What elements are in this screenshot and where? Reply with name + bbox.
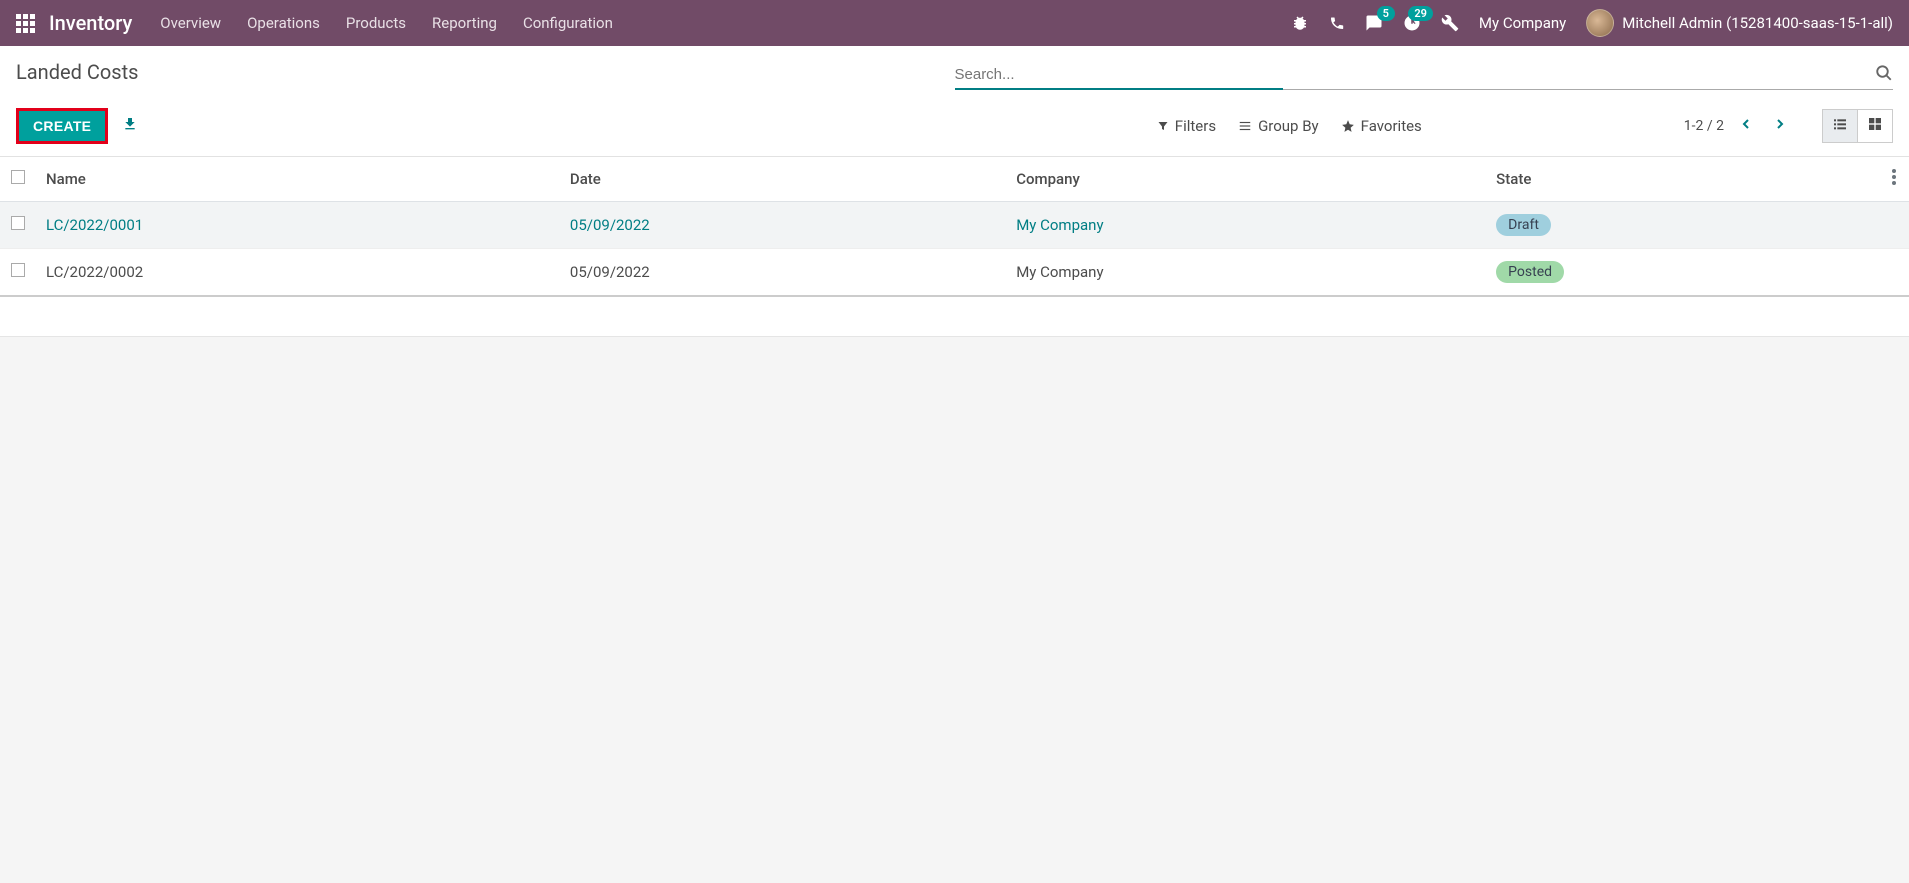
topnav-right: 5 29 My Company Mitchell Admin (15281400… [1291, 9, 1893, 37]
list-icon [1238, 119, 1252, 133]
search-wrap [955, 60, 1894, 90]
apps-menu-icon[interactable] [16, 14, 35, 33]
nav-overview[interactable]: Overview [160, 14, 221, 32]
chat-badge: 5 [1377, 6, 1395, 21]
user-menu[interactable]: Mitchell Admin (15281400-saas-15-1-all) [1586, 9, 1893, 37]
row-checkbox-cell [0, 202, 36, 249]
bug-icon[interactable] [1291, 14, 1309, 32]
list-table-wrap: Name Date Company State LC/2022/000105/0… [0, 157, 1909, 337]
nav-operations[interactable]: Operations [247, 14, 320, 32]
table-footer-space [0, 297, 1909, 337]
activity-icon[interactable]: 29 [1403, 14, 1421, 32]
favorites-label: Favorites [1361, 117, 1422, 135]
top-navbar: Inventory Overview Operations Products R… [0, 0, 1909, 46]
cell-options [1879, 249, 1909, 297]
filters-label: Filters [1175, 117, 1216, 135]
row-checkbox[interactable] [11, 263, 25, 277]
nav-links: Overview Operations Products Reporting C… [160, 14, 613, 32]
view-switch [1822, 109, 1893, 143]
funnel-icon [1157, 120, 1169, 132]
cell-options [1879, 202, 1909, 249]
cell-name: LC/2022/0002 [36, 249, 560, 297]
chevron-right-icon [1772, 116, 1788, 132]
tools-icon[interactable] [1441, 14, 1459, 32]
list-view-button[interactable] [1822, 109, 1858, 143]
nav-configuration[interactable]: Configuration [523, 14, 613, 32]
kanban-view-button[interactable] [1858, 109, 1893, 143]
cell-state: Posted [1486, 249, 1879, 297]
header-date[interactable]: Date [560, 157, 1006, 202]
groupby-button[interactable]: Group By [1238, 117, 1319, 135]
status-badge: Posted [1496, 261, 1564, 283]
filters-button[interactable]: Filters [1157, 117, 1216, 135]
chat-icon[interactable]: 5 [1365, 14, 1383, 32]
pager-next[interactable] [1768, 112, 1792, 140]
create-highlight-box: CREATE [16, 108, 108, 144]
nav-products[interactable]: Products [346, 14, 406, 32]
chevron-left-icon [1738, 116, 1754, 132]
kebab-icon [1892, 169, 1896, 185]
table-row[interactable]: LC/2022/000205/09/2022My Company Posted [0, 249, 1909, 297]
cell-date: 05/09/2022 [560, 249, 1006, 297]
page-title: Landed Costs [16, 60, 138, 84]
row-checkbox[interactable] [11, 216, 25, 230]
activity-badge: 29 [1408, 6, 1433, 21]
list-table: Name Date Company State LC/2022/000105/0… [0, 157, 1909, 297]
cell-company: My Company [1006, 249, 1486, 297]
header-state[interactable]: State [1486, 157, 1879, 202]
kanban-view-icon [1867, 116, 1883, 132]
avatar [1586, 9, 1614, 37]
header-name[interactable]: Name [36, 157, 560, 202]
header-options[interactable] [1879, 157, 1909, 202]
cell-state: Draft [1486, 202, 1879, 249]
star-icon [1341, 119, 1355, 133]
status-badge: Draft [1496, 214, 1551, 236]
header-checkbox-cell [0, 157, 36, 202]
row-checkbox-cell [0, 249, 36, 297]
search-accent [955, 88, 1283, 90]
filters-bar: Filters Group By Favorites 1-2 / 2 [1157, 109, 1893, 143]
pager-text: 1-2 / 2 [1684, 118, 1724, 134]
table-row[interactable]: LC/2022/000105/09/2022My Company Draft [0, 202, 1909, 249]
search-input[interactable] [955, 60, 1876, 89]
header-company[interactable]: Company [1006, 157, 1486, 202]
list-view-icon [1832, 116, 1848, 132]
cell-date: 05/09/2022 [560, 202, 1006, 249]
nav-reporting[interactable]: Reporting [432, 14, 497, 32]
download-icon[interactable] [122, 116, 138, 136]
cell-company: My Company [1006, 202, 1486, 249]
search-icon[interactable] [1875, 64, 1893, 86]
select-all-checkbox[interactable] [11, 170, 25, 184]
pager-block: 1-2 / 2 [1684, 109, 1893, 143]
pager-prev[interactable] [1734, 112, 1758, 140]
cell-name: LC/2022/0001 [36, 202, 560, 249]
user-name: Mitchell Admin (15281400-saas-15-1-all) [1622, 14, 1893, 32]
company-selector[interactable]: My Company [1479, 14, 1566, 32]
favorites-button[interactable]: Favorites [1341, 117, 1422, 135]
groupby-label: Group By [1258, 117, 1319, 135]
control-panel: Landed Costs CREATE Filters Group By [0, 46, 1909, 157]
create-button[interactable]: CREATE [19, 111, 105, 141]
phone-icon[interactable] [1329, 15, 1345, 31]
app-brand[interactable]: Inventory [49, 11, 132, 35]
